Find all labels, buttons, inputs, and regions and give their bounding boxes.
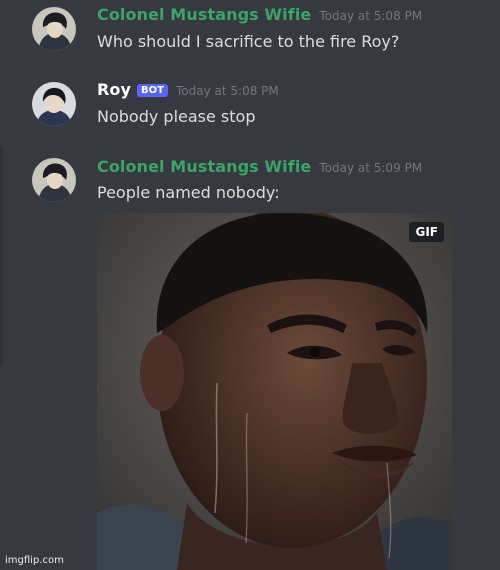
watermark-text: imgflip.com	[5, 555, 64, 566]
author-name[interactable]: Roy	[97, 80, 131, 99]
bot-badge: BOT	[137, 84, 168, 97]
gif-image	[97, 213, 452, 570]
avatar-roy[interactable]	[32, 82, 76, 126]
avatar-image	[32, 7, 76, 51]
timestamp: Today at 5:08 PM	[319, 9, 423, 23]
message-header: Roy BOT Today at 5:08 PM	[97, 80, 279, 99]
side-divider	[0, 146, 3, 366]
timestamp: Today at 5:09 PM	[319, 161, 423, 175]
message-text: People named nobody:	[97, 183, 280, 202]
message-text: Who should I sacrifice to the fire Roy?	[97, 32, 400, 51]
avatar-colonel-mustangs-wifie[interactable]	[32, 7, 76, 51]
gif-attachment[interactable]: GIF	[97, 213, 452, 570]
avatar-image	[32, 82, 76, 126]
avatar-colonel-mustangs-wifie[interactable]	[32, 158, 76, 202]
chat-window: Colonel Mustangs Wifie Today at 5:08 PM …	[0, 0, 500, 570]
message-header: Colonel Mustangs Wifie Today at 5:08 PM	[97, 5, 422, 24]
timestamp: Today at 5:08 PM	[176, 84, 279, 98]
author-name[interactable]: Colonel Mustangs Wifie	[97, 5, 311, 24]
author-name[interactable]: Colonel Mustangs Wifie	[97, 157, 311, 176]
message-header: Colonel Mustangs Wifie Today at 5:09 PM	[97, 157, 422, 176]
message-text: Nobody please stop	[97, 107, 256, 126]
avatar-image	[32, 158, 76, 202]
gif-badge: GIF	[409, 222, 444, 242]
